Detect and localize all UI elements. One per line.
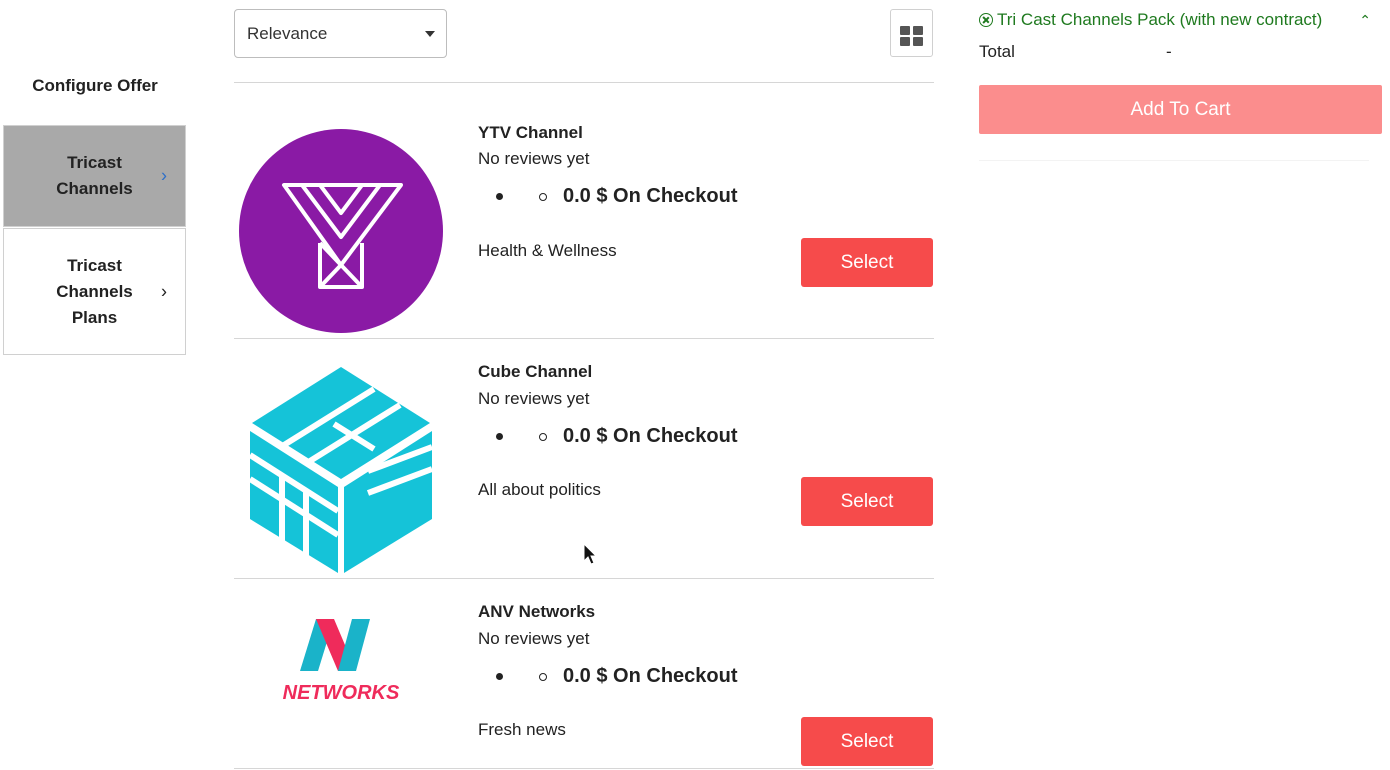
- product-name: Cube Channel: [478, 362, 593, 381]
- product-row: NETWORKS ANV Networks No reviews yet 0.0…: [234, 579, 934, 768]
- total-label: Total: [979, 42, 1015, 61]
- select-button[interactable]: Select: [801, 477, 933, 526]
- product-name: ANV Networks: [478, 602, 596, 621]
- remove-offer-icon[interactable]: [979, 13, 993, 27]
- sidebar-item-label: Tricast Channels Plans: [56, 255, 133, 327]
- cube-logo: [248, 367, 434, 573]
- add-to-cart-button[interactable]: Add To Cart: [979, 85, 1382, 134]
- divider: [234, 82, 934, 83]
- grid-view-button[interactable]: [890, 9, 933, 57]
- sidebar-item-tricast-channels-plans[interactable]: Tricast Channels Plans ›: [3, 228, 186, 355]
- sort-select-value: Relevance: [247, 23, 328, 43]
- divider: [979, 160, 1369, 161]
- mouse-cursor-icon: [583, 543, 598, 565]
- product-price: 0.0 $ On Checkout: [478, 425, 738, 448]
- sidebar-item-tricast-channels[interactable]: Tricast Channels ›: [3, 125, 186, 227]
- configure-offer-title: Configure Offer: [32, 76, 158, 95]
- divider: [234, 768, 934, 769]
- select-button[interactable]: Select: [801, 238, 933, 287]
- sort-select[interactable]: Relevance: [234, 9, 447, 58]
- product-description: Fresh news: [478, 720, 566, 739]
- select-button[interactable]: Select: [801, 717, 933, 766]
- chevron-up-icon[interactable]: ⌃: [1359, 12, 1371, 29]
- product-description: All about politics: [478, 480, 601, 499]
- product-price: 0.0 $ On Checkout: [478, 665, 738, 688]
- total-value: -: [1166, 42, 1172, 61]
- product-reviews: No reviews yet: [478, 389, 590, 408]
- ytv-logo: [239, 129, 443, 333]
- product-row: YTV Channel No reviews yet 0.0 $ On Chec…: [234, 100, 934, 338]
- caret-down-icon: [425, 31, 435, 37]
- product-price: 0.0 $ On Checkout: [478, 185, 738, 208]
- cart-offer-name: Tri Cast Channels Pack (with new contrac…: [997, 10, 1323, 29]
- product-description: Health & Wellness: [478, 241, 617, 260]
- product-reviews: No reviews yet: [478, 629, 590, 648]
- anv-networks-logo: NETWORKS: [283, 619, 400, 704]
- cart-offer-header[interactable]: Tri Cast Channels Pack (with new contrac…: [979, 8, 1381, 32]
- sidebar-item-label: Tricast Channels: [56, 153, 133, 198]
- chevron-right-icon: ›: [161, 281, 167, 301]
- svg-text:NETWORKS: NETWORKS: [283, 682, 400, 704]
- product-reviews: No reviews yet: [478, 149, 590, 168]
- chevron-right-icon: ›: [161, 165, 167, 186]
- product-name: YTV Channel: [478, 123, 583, 142]
